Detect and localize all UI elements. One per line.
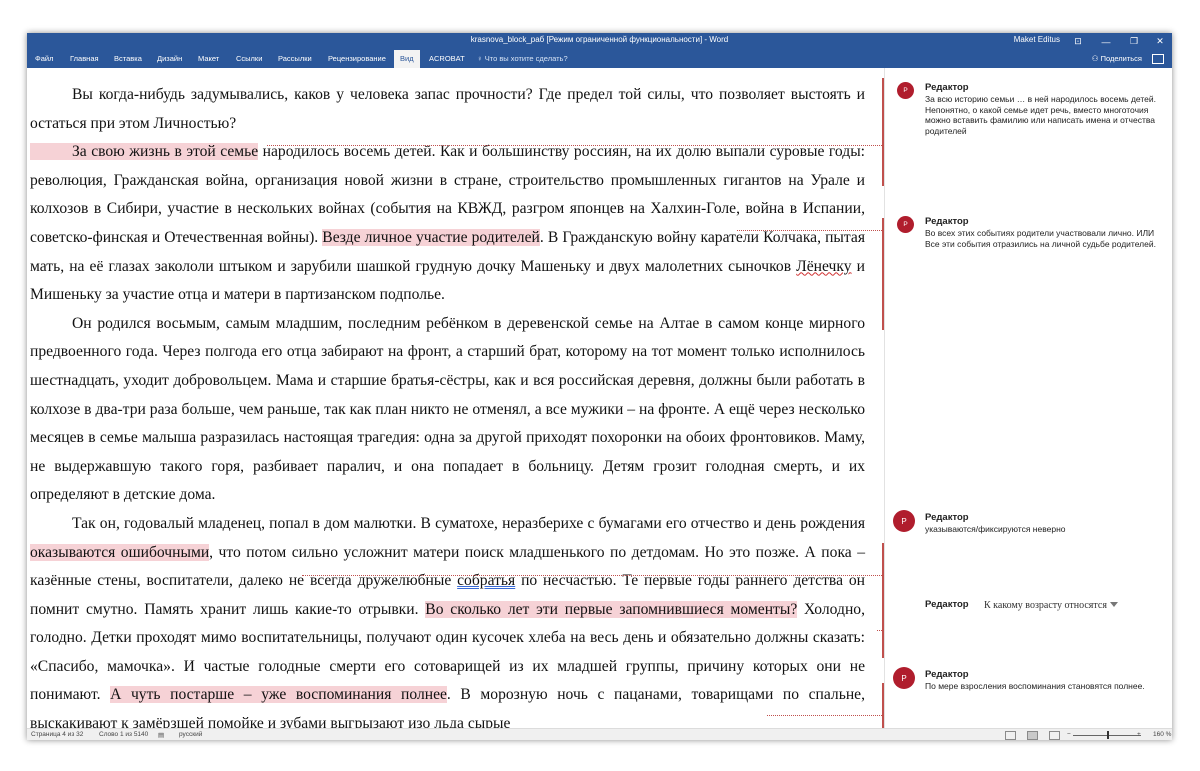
tab-review[interactable]: Рецензирование: [328, 50, 386, 68]
comment-anchor-4[interactable]: Во сколько лет эти первые запомнившиеся …: [425, 600, 798, 618]
web-layout-icon[interactable]: [1049, 731, 1060, 740]
language-indicator[interactable]: русский: [179, 731, 202, 738]
comment-connector-2: [737, 230, 884, 231]
comment-inline-label: К какому возрасту относятся: [984, 600, 1107, 611]
comment-avatar: Р: [893, 510, 915, 532]
p4-text-1: Так он, годовалый младенец, попал в дом …: [72, 514, 865, 532]
document-text[interactable]: Вы когда-нибудь задумывались, каков у че…: [30, 81, 865, 728]
comment-line: За всю историю семьи … в ней народилось …: [925, 94, 1157, 104]
word-window: krasnova_block_раб [Режим ограниченной ф…: [27, 33, 1172, 740]
comment-line: Во всех этих событиях родители участвова…: [925, 228, 1156, 249]
comment-avatar: Р: [897, 82, 914, 99]
tab-mailings[interactable]: Рассылки: [278, 50, 312, 68]
signed-in-user[interactable]: Maket Editus: [1014, 35, 1060, 44]
comment-author: Редактор: [925, 599, 969, 610]
comment-author: Редактор: [925, 216, 969, 227]
comments-icon[interactable]: [1152, 54, 1164, 64]
lightbulb-icon: ♀: [477, 54, 485, 63]
word-counter[interactable]: Слово 1 из 5140: [99, 731, 148, 738]
comment-line: По мере взросления воспоминания становят…: [925, 681, 1145, 691]
comment-connector-5: [767, 715, 884, 716]
comment-author: Редактор: [925, 669, 969, 680]
close-button[interactable]: ✕: [1150, 33, 1170, 50]
comment-anchor-2[interactable]: Везде личное участие родителей: [322, 228, 540, 246]
window-title: krasnova_block_раб [Режим ограниченной ф…: [470, 35, 729, 44]
zoom-level[interactable]: 160 %: [1153, 731, 1171, 738]
comment-connector-3: [302, 575, 884, 576]
ribbon-display-options-icon[interactable]: ⊡: [1068, 33, 1088, 50]
comment-avatar: Р: [893, 667, 915, 689]
comment-anchor-5[interactable]: А чуть постарше – уже воспоминания полне…: [110, 686, 447, 704]
paragraph-3: Он родился восьмым, самым младшим, после…: [30, 314, 865, 504]
comment-body: указываются/фиксируются неверно: [925, 524, 1165, 535]
tab-references[interactable]: Ссылки: [236, 50, 262, 68]
tab-home[interactable]: Главная: [70, 50, 99, 68]
tab-acrobat[interactable]: ACROBAT: [429, 50, 465, 68]
restore-button[interactable]: ❐: [1124, 33, 1144, 50]
paragraph-4: Так он, годовалый младенец, попал в дом …: [30, 510, 865, 728]
minimize-button[interactable]: —: [1096, 33, 1116, 50]
comment-connector-1: [267, 145, 884, 146]
comment-author: Редактор: [925, 512, 969, 523]
paragraph-1: Вы когда-нибудь задумывались, каков у че…: [30, 86, 865, 132]
zoom-in-button[interactable]: +: [1137, 731, 1141, 738]
comment-avatar: Р: [897, 216, 914, 233]
tab-file[interactable]: Файл: [35, 50, 53, 68]
tab-insert[interactable]: Вставка: [114, 50, 142, 68]
comment-body: Во всех этих событиях родители участвова…: [925, 228, 1165, 249]
expand-comment-icon[interactable]: [1109, 602, 1118, 607]
title-bar: krasnova_block_раб [Режим ограниченной ф…: [27, 33, 1172, 50]
comment-body: По мере взросления воспоминания становят…: [925, 681, 1165, 692]
share-button[interactable]: ⚇ Поделиться: [1092, 50, 1142, 68]
paragraph-2: За свою жизнь в этой семье народилось во…: [30, 138, 865, 310]
proofing-icon[interactable]: ▤: [158, 731, 164, 739]
document-area[interactable]: Вы когда-нибудь задумывались, каков у че…: [27, 68, 884, 728]
comment-line: Непонятно, о какой семье идет речь, вмес…: [925, 104, 1155, 136]
comment-body: За всю историю семьи … в ней народилось …: [925, 94, 1165, 136]
share-label: Поделиться: [1100, 54, 1142, 63]
comment-anchor-3[interactable]: оказываются ошибочными: [30, 543, 210, 561]
comment-author: Редактор: [925, 82, 969, 93]
print-layout-icon[interactable]: [1027, 731, 1038, 740]
tab-view[interactable]: Вид: [394, 50, 420, 68]
tab-layout[interactable]: Макет: [198, 50, 219, 68]
tell-me-search[interactable]: ♀ Что вы хотите сделать?: [477, 50, 568, 68]
person-icon: ⚇: [1091, 54, 1101, 63]
status-bar: Страница 4 из 32 Слово 1 из 5140 ▤ русск…: [27, 728, 1172, 740]
read-mode-icon[interactable]: [1005, 731, 1016, 740]
comment-anchor-1[interactable]: За свою жизнь в этой семье: [30, 143, 259, 161]
zoom-out-button[interactable]: −: [1067, 731, 1071, 738]
ribbon-tabs: Файл Главная Вставка Дизайн Макет Ссылки…: [27, 50, 1172, 68]
spelling-flag-word[interactable]: Лёнечку: [796, 258, 851, 275]
tell-me-placeholder: Что вы хотите сделать?: [484, 54, 568, 63]
comments-pane: Р Редактор За всю историю семьи … в ней …: [884, 68, 1172, 728]
tab-design[interactable]: Дизайн: [157, 50, 182, 68]
comment-line: указываются/фиксируются неверно: [925, 524, 1066, 534]
comment-inline-text: К какому возрасту относятся: [984, 600, 1118, 611]
page-counter[interactable]: Страница 4 из 32: [31, 731, 83, 738]
zoom-slider-thumb[interactable]: [1107, 731, 1109, 739]
comment-connector-4: [877, 630, 884, 631]
